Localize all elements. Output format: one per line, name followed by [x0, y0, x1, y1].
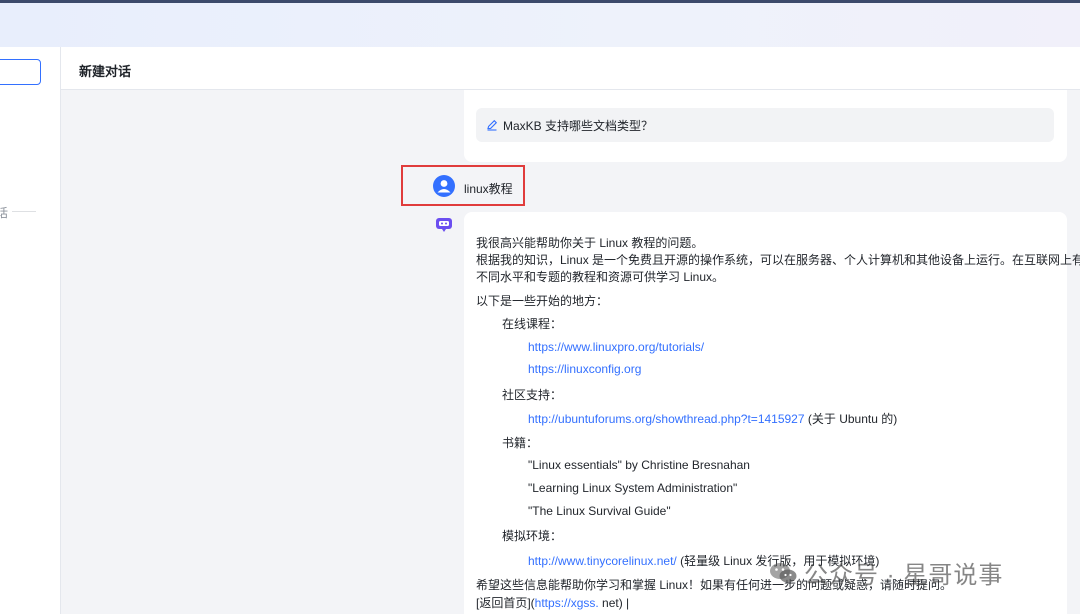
sidebar: 话	[0, 47, 61, 614]
section-online-courses: 在线课程：	[502, 317, 563, 331]
section-simulation: 模拟环境：	[502, 529, 563, 543]
book-item-1: "Linux essentials" by Christine Bresnaha…	[528, 458, 750, 472]
section-books: 书籍：	[502, 436, 539, 450]
page-title: 新建对话	[79, 64, 132, 79]
edit-icon	[487, 119, 498, 131]
top-bar	[0, 0, 1080, 47]
watermark-text: 公众号 · 星哥说事	[804, 562, 1004, 589]
sidebar-divider-text: 话	[0, 206, 9, 220]
back-home-suffix: net) |	[598, 596, 630, 610]
sidebar-divider	[12, 211, 36, 212]
link-ubuntuforums[interactable]: http://ubuntuforums.org/showthread.php?t…	[528, 412, 805, 426]
bot-avatar-icon	[436, 218, 452, 232]
link-linuxpro[interactable]: https://www.linuxpro.org/tutorials/	[528, 340, 704, 354]
sidebar-search-input[interactable]	[0, 59, 41, 85]
section-community: 社区支持：	[502, 388, 563, 402]
user-avatar	[433, 175, 455, 197]
ubuntu-note: (关于 Ubuntu 的)	[804, 412, 898, 426]
back-home-prefix: [返回首页](	[476, 596, 535, 610]
book-item-3: "The Linux Survival Guide"	[528, 504, 671, 518]
book-item-2: "Learning Linux System Administration"	[528, 481, 738, 495]
answer-intro-line-2: 根据我的知识，Linux 是一个免费且开源的操作系统，可以在服务器、个人计算机和…	[476, 253, 1080, 267]
previous-answer-card: MaxKB 支持哪些文档类型？	[464, 90, 1067, 162]
user-icon	[437, 180, 451, 193]
answer-intro-line-3: 不同水平和专题的教程和资源可供学习 Linux。	[476, 270, 725, 284]
suggested-question-label: MaxKB 支持哪些文档类型？	[503, 118, 654, 133]
wechat-icon	[770, 562, 797, 582]
link-tinycorelinux[interactable]: http://www.tinycorelinux.net/	[528, 554, 677, 568]
suggested-question-button[interactable]: MaxKB 支持哪些文档类型？	[476, 108, 1054, 142]
assistant-answer-card: 我很高兴能帮助你关于 Linux 教程的问题。 根据我的知识，Linux 是一个…	[464, 212, 1080, 614]
ubuntu-forums-line: http://ubuntuforums.org/showthread.php?t…	[528, 410, 897, 427]
answer-lead: 以下是一些开始的地方：	[476, 294, 609, 308]
back-home-line: [返回首页](https://xgss. net) |	[476, 594, 629, 611]
link-linuxconfig[interactable]: https://linuxconfig.org	[528, 362, 641, 376]
chat-header: 新建对话	[61, 47, 1080, 90]
link-back-home[interactable]: https://xgss.	[535, 596, 599, 610]
answer-intro-line-1: 我很高兴能帮助你关于 Linux 教程的问题。	[476, 236, 704, 250]
watermark: 公众号 · 星哥说事	[768, 555, 1003, 590]
user-message-text: linux教程	[464, 182, 513, 196]
user-message: linux教程	[401, 165, 525, 206]
